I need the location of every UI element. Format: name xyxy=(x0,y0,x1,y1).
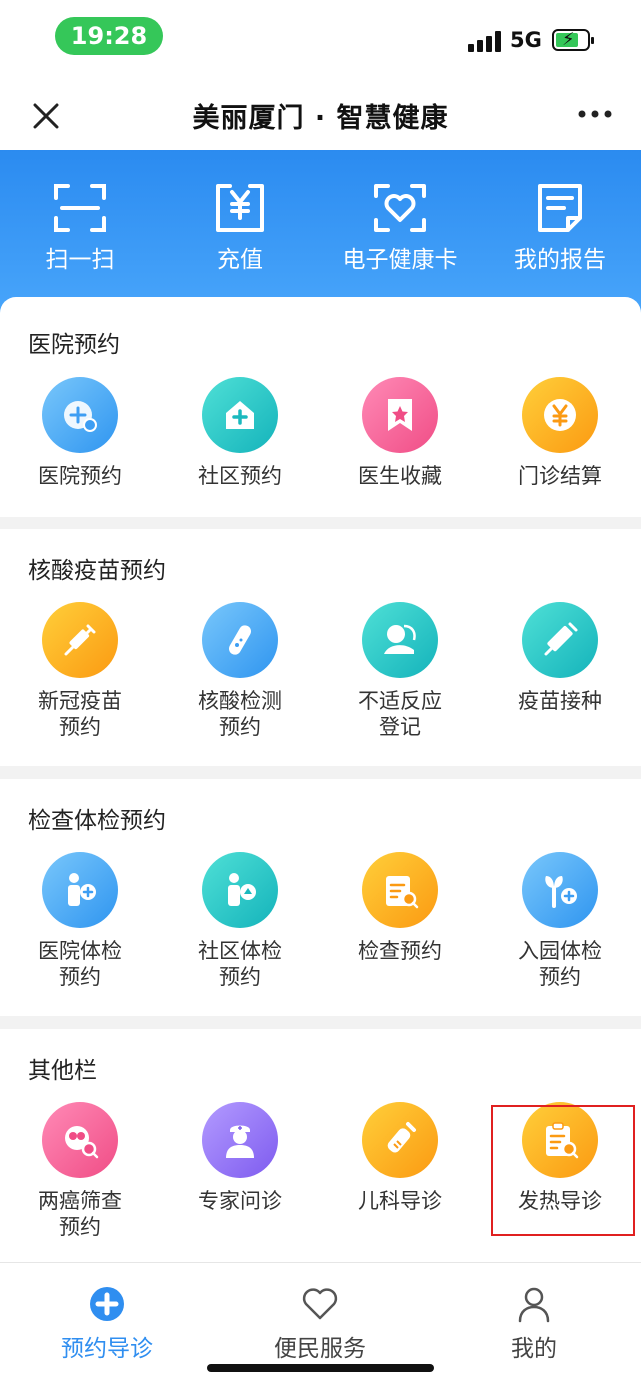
doctor-favorite-icon xyxy=(362,377,438,453)
item-label-line1: 社区体检 xyxy=(198,939,282,963)
quick-action-label: 充值 xyxy=(217,247,263,273)
item-label-line1: 医院体检 xyxy=(38,939,122,963)
network-type: 5G xyxy=(510,28,542,52)
item-label-line1: 新冠疫苗 xyxy=(38,689,122,713)
item-hospital-appointment[interactable]: 医院预约 xyxy=(0,377,160,489)
tab-appointment-guide[interactable]: 预约导诊 xyxy=(7,1285,207,1363)
item-doctor-favorite[interactable]: 医生收藏 xyxy=(320,377,480,489)
community-checkup-icon xyxy=(202,852,278,928)
quick-action-label: 我的报告 xyxy=(514,247,606,273)
hospital-checkup-icon xyxy=(42,852,118,928)
signal-icon xyxy=(468,30,502,52)
fever-guide-icon xyxy=(522,1102,598,1178)
item-label: 门诊结算 xyxy=(518,464,602,488)
item-label-line1: 两癌筛查 xyxy=(38,1189,122,1213)
outpatient-payment-icon xyxy=(522,377,598,453)
item-label: 专家问诊 xyxy=(198,1189,282,1213)
home-indicator xyxy=(207,1364,434,1372)
item-label-line2: 登记 xyxy=(379,715,421,739)
section-title: 其他栏 xyxy=(28,1058,97,1084)
covid-vaccine-icon xyxy=(42,602,118,678)
section-title: 核酸疫苗预约 xyxy=(28,558,166,584)
hospital-appointment-icon xyxy=(42,377,118,453)
section-checkup: 检查体检预约 医院体检 预约 社区体检 预约 检查预约 入园体检 预约 xyxy=(0,779,641,1016)
tab-convenience-services[interactable]: 便民服务 xyxy=(220,1285,420,1363)
kindergarten-checkup-icon xyxy=(522,852,598,928)
quick-action-health-card[interactable]: 电子健康卡 xyxy=(320,180,480,274)
status-bar: 19:28 5G ⚡ xyxy=(0,0,641,80)
item-exam-appointment[interactable]: 检查预约 xyxy=(320,852,480,964)
item-expert-consult[interactable]: 专家问诊 xyxy=(160,1102,320,1214)
section-nucleic-vaccine: 核酸疫苗预约 新冠疫苗 预约 核酸检测 预约 不适反应 登记 疫苗接种 xyxy=(0,529,641,766)
tab-mine[interactable]: 我的 xyxy=(434,1285,634,1363)
item-label: 医院预约 xyxy=(38,464,122,488)
item-label: 检查预约 xyxy=(358,939,442,963)
battery-icon: ⚡ xyxy=(552,29,594,51)
quick-action-scan[interactable]: 扫一扫 xyxy=(0,180,160,274)
recharge-icon xyxy=(216,184,264,232)
nav-bar: 美丽厦门 · 智慧健康 xyxy=(0,80,641,150)
item-label-line2: 预约 xyxy=(219,715,261,739)
quick-action-recharge[interactable]: 充值 xyxy=(160,180,320,274)
heart-icon xyxy=(302,1288,338,1320)
health-card-icon xyxy=(374,184,426,232)
status-time: 19:28 xyxy=(55,17,163,55)
item-vaccination[interactable]: 疫苗接种 xyxy=(480,602,640,714)
item-label-line2: 预约 xyxy=(539,965,581,989)
item-label: 疫苗接种 xyxy=(518,689,602,713)
scan-icon xyxy=(54,184,106,232)
section-other: 其他栏 两癌筛查 预约 专家问诊 儿科导诊 发热导诊 xyxy=(0,1029,641,1262)
more-button[interactable] xyxy=(575,100,615,128)
item-adverse-reaction[interactable]: 不适反应 登记 xyxy=(320,602,480,740)
adverse-reaction-icon xyxy=(362,602,438,678)
item-label: 发热导诊 xyxy=(518,1189,602,1213)
item-covid-vaccine[interactable]: 新冠疫苗 预约 xyxy=(0,602,160,740)
exam-appointment-icon xyxy=(362,852,438,928)
item-kindergarten-checkup[interactable]: 入园体检 预约 xyxy=(480,852,640,990)
section-title: 医院预约 xyxy=(28,332,120,358)
report-icon xyxy=(538,184,582,232)
item-outpatient-payment[interactable]: 门诊结算 xyxy=(480,377,640,489)
quick-action-report[interactable]: 我的报告 xyxy=(480,180,640,274)
item-label-line2: 预约 xyxy=(59,965,101,989)
item-community-appointment[interactable]: 社区预约 xyxy=(160,377,320,489)
item-cancer-screening[interactable]: 两癌筛查 预约 xyxy=(0,1102,160,1240)
quick-actions-bar: 扫一扫 充值 电子健康卡 我的报告 xyxy=(0,150,641,320)
item-fever-guide[interactable]: 发热导诊 xyxy=(480,1102,640,1214)
item-label: 儿科导诊 xyxy=(358,1189,442,1213)
expert-consult-icon xyxy=(202,1102,278,1178)
quick-action-label: 扫一扫 xyxy=(45,247,115,273)
tab-label: 预约导诊 xyxy=(61,1336,153,1362)
item-label-line2: 预约 xyxy=(219,965,261,989)
item-label: 社区预约 xyxy=(198,464,282,488)
item-label-line1: 核酸检测 xyxy=(198,689,282,713)
section-hospital-appointment: 医院预约 医院预约 社区预约 医生收藏 门诊结算 xyxy=(0,297,641,517)
more-icon xyxy=(578,110,612,118)
plus-icon xyxy=(90,1287,124,1321)
community-appointment-icon xyxy=(202,377,278,453)
user-icon xyxy=(518,1287,550,1323)
item-label: 医生收藏 xyxy=(358,464,442,488)
page-title: 美丽厦门 · 智慧健康 xyxy=(192,103,449,134)
tab-label: 便民服务 xyxy=(274,1336,366,1362)
item-nucleic-test[interactable]: 核酸检测 预约 xyxy=(160,602,320,740)
item-pediatric-guide[interactable]: 儿科导诊 xyxy=(320,1102,480,1214)
nucleic-test-icon xyxy=(202,602,278,678)
item-label-line2: 预约 xyxy=(59,1215,101,1239)
pediatric-guide-icon xyxy=(362,1102,438,1178)
item-label-line1: 不适反应 xyxy=(358,689,442,713)
item-label-line1: 入园体检 xyxy=(518,939,602,963)
item-community-checkup[interactable]: 社区体检 预约 xyxy=(160,852,320,990)
vaccination-icon xyxy=(522,602,598,678)
quick-action-label: 电子健康卡 xyxy=(342,247,458,273)
tab-label: 我的 xyxy=(511,1336,557,1362)
section-title: 检查体检预约 xyxy=(28,808,166,834)
item-hospital-checkup[interactable]: 医院体检 预约 xyxy=(0,852,160,990)
item-label-line2: 预约 xyxy=(59,715,101,739)
cancer-screening-icon xyxy=(42,1102,118,1178)
